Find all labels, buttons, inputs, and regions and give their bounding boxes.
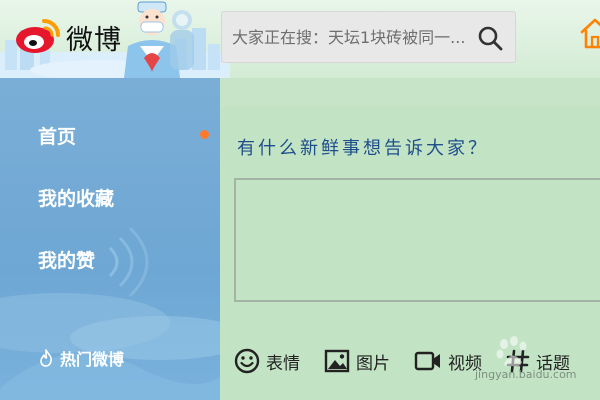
post-composer: 有什么新鲜事想告诉大家？ 表情 图片 视频 话题 [220,106,600,400]
watermark-text: jingyan.baidu.com [475,368,577,381]
sidebar: 首页 我的收藏 我的赞 热门微博 [0,78,220,400]
post-textarea[interactable] [234,178,600,302]
smiley-icon [234,348,260,374]
sidebar-item-favorites[interactable]: 我的收藏 [38,184,114,211]
notification-dot [200,130,209,139]
weibo-logo-icon[interactable] [14,12,64,56]
baidu-paw-watermark-icon [496,336,527,367]
video-icon [414,351,440,371]
sidebar-item-likes[interactable]: 我的赞 [38,246,95,273]
fire-icon [40,349,52,367]
image-icon [324,349,350,373]
video-button[interactable]: 视频 [414,344,482,378]
top-header: 微博 [0,0,600,78]
image-label: 图片 [356,353,390,374]
weibo-logo-text[interactable]: 微博 [66,18,122,57]
search-box[interactable] [221,11,516,63]
home-icon[interactable] [580,17,600,51]
emoji-button[interactable]: 表情 [234,344,300,378]
sidebar-item-hot-weibo[interactable]: 热门微博 [38,346,124,370]
search-input[interactable] [232,12,472,62]
sidebar-item-home[interactable]: 首页 [38,122,76,149]
composer-prompt: 有什么新鲜事想告诉大家？ [237,138,489,159]
search-icon[interactable] [477,25,503,51]
emoji-label: 表情 [266,353,300,374]
image-button[interactable]: 图片 [324,344,390,378]
hot-weibo-label: 热门微博 [60,350,125,369]
